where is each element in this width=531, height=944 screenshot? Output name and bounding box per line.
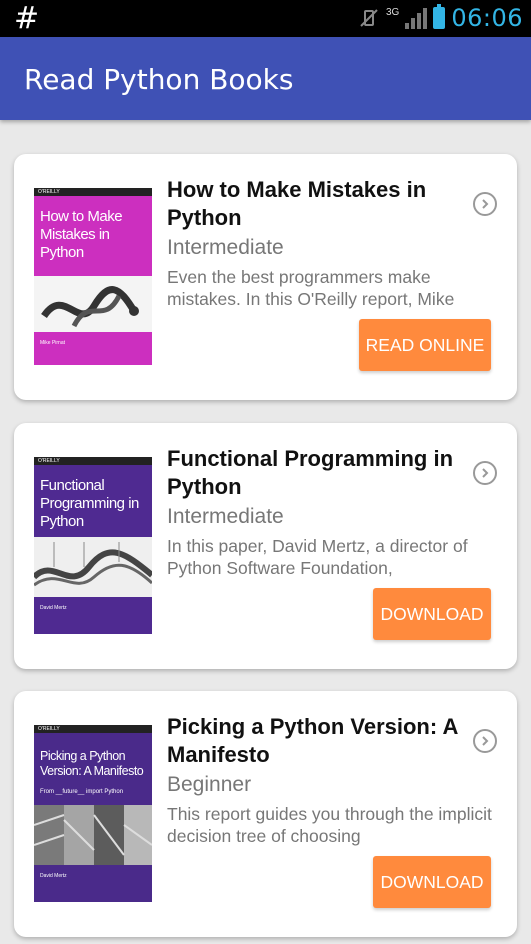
vibrate-off-icon <box>358 7 380 29</box>
book-description: This report guides you through the impli… <box>167 804 492 846</box>
book-description: Even the best programmers make mistakes.… <box>167 267 455 309</box>
book-level: Beginner <box>167 773 252 796</box>
cover-author: David Mertz <box>40 873 67 879</box>
book-title[interactable]: Picking a Python Version: A Manifesto <box>167 713 467 769</box>
read-online-button[interactable]: READ ONLINE <box>359 319 491 371</box>
cover-brand: O'REILLY <box>38 189 60 195</box>
cover-title: How to Make Mistakes in Python <box>40 208 123 261</box>
app-bar: Read Python Books <box>0 37 531 120</box>
book-level: Intermediate <box>167 236 284 259</box>
notification-hash-icon: # <box>14 1 40 36</box>
status-time: 06:06 <box>451 4 523 32</box>
book-card[interactable]: O'REILLY Picking a Python Version: A Man… <box>14 691 517 937</box>
book-level: Intermediate <box>167 505 284 528</box>
battery-icon <box>433 4 446 29</box>
chevron-right-icon[interactable] <box>473 192 497 216</box>
status-icons: 3G 06:06 <box>358 4 523 32</box>
network-type: 3G <box>385 6 400 18</box>
book-card[interactable]: O'REILLY Functional Programming in Pytho… <box>14 423 517 669</box>
cover-brand: O'REILLY <box>38 458 60 464</box>
book-cover: O'REILLY How to Make Mistakes in Python … <box>34 188 152 365</box>
bridge-illustration <box>34 537 152 597</box>
signal-icon <box>405 7 428 29</box>
download-button[interactable]: DOWNLOAD <box>373 856 491 908</box>
book-title[interactable]: Functional Programming in Python <box>167 445 467 501</box>
download-button[interactable]: DOWNLOAD <box>373 588 491 640</box>
snake-illustration <box>34 276 152 332</box>
book-cover: O'REILLY Picking a Python Version: A Man… <box>34 725 152 902</box>
cover-author: Mike Pirnat <box>40 340 66 346</box>
cover-brand: O'REILLY <box>38 726 60 732</box>
chevron-right-icon[interactable] <box>473 461 497 485</box>
book-title[interactable]: How to Make Mistakes in Python <box>167 176 467 232</box>
cover-subtitle: From __future__ import Python <box>40 789 124 795</box>
textures-illustration <box>34 805 152 865</box>
status-bar: # 3G 06:06 <box>0 0 531 37</box>
app-title: Read Python Books <box>24 63 294 96</box>
book-card[interactable]: O'REILLY How to Make Mistakes in Python … <box>14 154 517 400</box>
cover-title: Functional Programming in Python <box>40 477 139 530</box>
book-cover: O'REILLY Functional Programming in Pytho… <box>34 457 152 634</box>
cover-author: David Mertz <box>40 605 67 611</box>
chevron-right-icon[interactable] <box>473 729 497 753</box>
cover-title: Picking a Python Version: A Manifesto <box>40 749 144 778</box>
book-description: In this paper, David Mertz, a director o… <box>167 536 468 578</box>
